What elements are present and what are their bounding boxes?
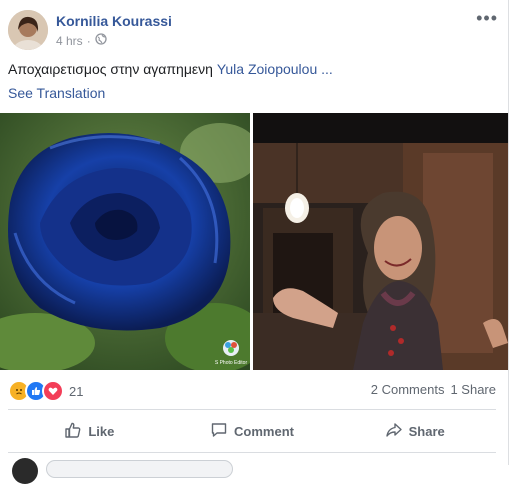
comment-input[interactable] [46, 460, 233, 478]
engagement-counts: 2 Comments 1 Share [371, 382, 496, 397]
commenter-avatar [12, 458, 38, 484]
comment-bubble-icon [210, 421, 228, 442]
divider-top [8, 409, 496, 410]
reactions-summary[interactable]: 21 [8, 380, 83, 402]
comments-count-link[interactable]: 2 Comments [371, 382, 445, 397]
photo-watermark: S Photo Editor [215, 360, 248, 366]
shares-count-link[interactable]: 1 Share [450, 382, 496, 397]
see-translation-link[interactable]: See Translation [8, 85, 105, 101]
post-text: Αποχαιρετισμος στην αγαπημενη Yula Zoiop… [8, 61, 333, 77]
globe-icon[interactable] [95, 33, 107, 48]
share-arrow-icon [385, 421, 403, 442]
share-label: Share [408, 423, 445, 439]
author-avatar[interactable] [8, 10, 48, 50]
photo-woman-waving[interactable] [253, 113, 508, 370]
post-time[interactable]: 4 hrs [56, 34, 83, 48]
author-name[interactable]: Kornilia Kourassi [56, 13, 172, 29]
thumbs-up-icon [64, 421, 82, 442]
comment-button[interactable]: Comment [171, 414, 334, 448]
post-meta: 4 hrs · [56, 33, 107, 48]
share-button[interactable]: Share [333, 414, 496, 448]
photo-blue-rose[interactable]: S Photo Editor [0, 113, 250, 370]
reaction-count[interactable]: 21 [69, 384, 83, 399]
more-options-icon[interactable]: ••• [476, 8, 498, 29]
post-body: Αποχαιρετισμος στην αγαπημενη [8, 61, 213, 77]
love-reaction-icon [42, 380, 64, 402]
like-button[interactable]: Like [8, 414, 171, 448]
like-label: Like [88, 423, 115, 439]
divider-bottom [8, 452, 496, 453]
meta-separator: · [86, 33, 91, 48]
facebook-post: Kornilia Kourassi 4 hrs · ••• Αποχαιρετι… [0, 0, 509, 484]
mention-link[interactable]: Yula Zoiopoulou [217, 61, 317, 77]
see-more-ellipsis[interactable]: ... [321, 61, 333, 77]
post-actions: Like Comment Share [8, 414, 496, 448]
comment-label: Comment [234, 423, 294, 439]
